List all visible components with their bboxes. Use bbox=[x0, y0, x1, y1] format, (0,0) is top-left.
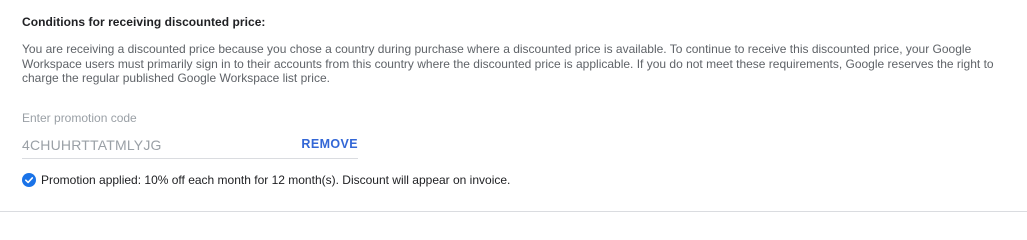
remove-promotion-button[interactable]: REMOVE bbox=[301, 137, 358, 151]
promotion-status: Promotion applied: 10% off each month fo… bbox=[22, 173, 510, 187]
conditions-description: You are receiving a discounted price bec… bbox=[22, 42, 994, 85]
conditions-title: Conditions for receiving discounted pric… bbox=[22, 15, 266, 29]
promotion-status-text: Promotion applied: 10% off each month fo… bbox=[41, 173, 511, 187]
check-circle-icon bbox=[22, 173, 36, 187]
promotion-code-field[interactable]: 4CHUHRTTATMLYJG REMOVE bbox=[22, 132, 358, 159]
section-divider bbox=[0, 211, 1027, 212]
promotion-code-value: 4CHUHRTTATMLYJG bbox=[22, 137, 162, 153]
promotion-code-label: Enter promotion code bbox=[22, 111, 137, 125]
discount-conditions-panel: Conditions for receiving discounted pric… bbox=[0, 0, 1027, 216]
